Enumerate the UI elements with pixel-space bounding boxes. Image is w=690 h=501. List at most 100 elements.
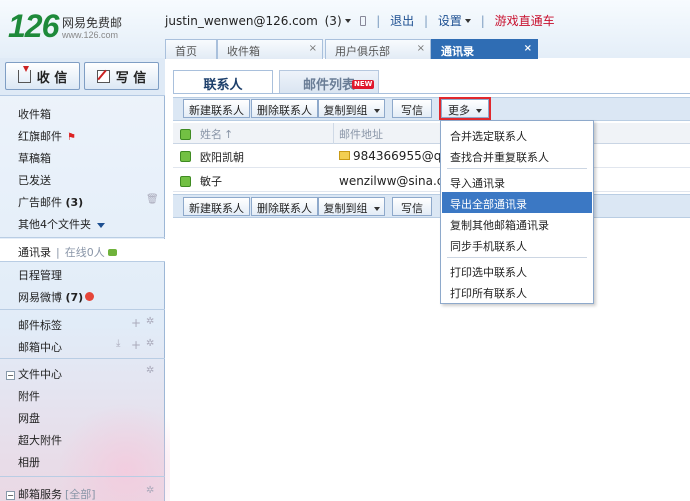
content-tab-line	[173, 93, 690, 94]
tab-contacts[interactable]: 通讯录 ×	[431, 39, 538, 59]
copy-to-group-button[interactable]: 复制到组	[318, 99, 385, 118]
sidebar-item-label: 红旗邮件	[18, 130, 62, 143]
contact-name[interactable]: 欧阳凯朝	[200, 149, 244, 165]
row-checkbox[interactable]	[180, 176, 191, 187]
copy-to-group-label: 复制到组	[323, 202, 368, 215]
settings-dropdown-icon[interactable]	[464, 18, 471, 23]
weibo-icon	[85, 292, 95, 301]
logo-number[interactable]: 126	[8, 10, 59, 42]
menu-item-merge-selected[interactable]: 合并选定联系人	[442, 124, 592, 145]
chevron-down-icon	[373, 109, 380, 113]
divider: |	[376, 13, 381, 28]
close-icon[interactable]: ×	[524, 43, 532, 54]
sidebar-item-label: 通讯录	[18, 246, 51, 259]
menu-item-import[interactable]: 导入通讯录	[442, 171, 592, 192]
sort-icon: ↑	[224, 128, 234, 141]
delete-contact-button[interactable]: 删除联系人	[251, 197, 318, 216]
sidebar-item-sent[interactable]: 已发送	[0, 167, 165, 189]
phone-icon[interactable]	[360, 15, 367, 26]
tab-label: 用户俱乐部	[335, 45, 390, 58]
add-icon[interactable]: +	[131, 338, 141, 352]
sidebar-item-drafts[interactable]: 草稿箱	[0, 145, 165, 167]
close-icon[interactable]: ×	[417, 43, 425, 54]
sidebar-item-inbox[interactable]: 收件箱	[0, 101, 165, 123]
sidebar-item-label: 已发送	[18, 174, 51, 187]
gear-icon[interactable]: ✲	[146, 338, 154, 349]
copy-to-group-label: 复制到组	[323, 104, 368, 117]
more-dropdown-menu: 合并选定联系人 查找合并重复联系人 导入通讯录 导出全部通讯录 复制其他邮箱通讯…	[440, 120, 594, 304]
add-icon[interactable]: +	[131, 316, 141, 330]
sidebar-divider	[0, 309, 165, 310]
column-header-name[interactable]: 姓名 ↑	[200, 126, 233, 142]
collapse-icon[interactable]: −	[6, 371, 15, 380]
copy-to-group-button[interactable]: 复制到组	[318, 197, 385, 216]
sidebar-item-label: 日程管理	[18, 269, 62, 282]
tab-home[interactable]: 首页	[165, 39, 217, 59]
contact-email[interactable]: 984366955@qq	[353, 149, 449, 163]
sidebar-item-attachments[interactable]: 附件	[0, 383, 165, 405]
collapse-icon[interactable]: −	[6, 491, 15, 500]
user-dropdown-icon[interactable]	[344, 18, 351, 23]
receive-icon	[17, 65, 31, 83]
menu-item-export-all[interactable]: 导出全部通讯录	[442, 192, 592, 213]
game-link[interactable]: 游戏直通车	[495, 12, 555, 29]
gear-icon[interactable]: ✲	[146, 365, 154, 376]
new-contact-button[interactable]: 新建联系人	[183, 197, 250, 216]
sidebar-item-mailbox-center[interactable]: 邮箱中心 ⤓ + ✲	[0, 334, 165, 356]
sidebar-item-netdisk[interactable]: 网盘	[0, 405, 165, 427]
sidebar-item-flagged[interactable]: 红旗邮件 ⚑	[0, 123, 165, 145]
download-icon[interactable]: ⤓	[116, 338, 120, 349]
chevron-down-icon	[97, 223, 105, 228]
sidebar-divider	[0, 476, 165, 477]
gear-icon[interactable]: ✲	[146, 485, 154, 496]
menu-item-sync-phone[interactable]: 同步手机联系人	[442, 234, 592, 255]
delete-contact-button[interactable]: 删除联系人	[251, 99, 318, 118]
tab-inbox[interactable]: 收件箱 ×	[217, 39, 323, 59]
gear-icon[interactable]: ✲	[146, 316, 154, 327]
divider: |	[424, 13, 429, 28]
menu-item-find-duplicates[interactable]: 查找合并重复联系人	[442, 145, 592, 166]
sidebar-item-label: 邮箱中心	[18, 341, 62, 354]
tab-user-club[interactable]: 用户俱乐部 ×	[325, 39, 431, 59]
sidebar-item-album[interactable]: 相册	[0, 449, 165, 471]
more-button[interactable]: 更多	[439, 97, 491, 120]
sidebar-item-calendar[interactable]: 日程管理	[0, 262, 165, 284]
write-label: 写 信	[115, 70, 147, 86]
unread-count: (3)	[324, 13, 342, 28]
sidebar-item-label: 邮件标签	[18, 319, 62, 332]
new-badge: NEW	[352, 80, 375, 89]
write-icon	[96, 69, 110, 83]
menu-item-print-all[interactable]: 打印所有联系人	[442, 281, 592, 302]
settings-link[interactable]: 设置	[438, 12, 462, 29]
menu-divider	[447, 168, 587, 169]
sidebar-item-ads[interactable]: 广告邮件 (3) 🗑	[0, 189, 165, 211]
logout-link[interactable]: 退出	[390, 12, 414, 29]
write-mail-button[interactable]: 写 信	[84, 62, 159, 90]
select-all-checkbox[interactable]	[180, 129, 191, 140]
sidebar-item-mailbox-service[interactable]: − 邮箱服务 [全部] ✲	[0, 481, 165, 501]
user-account[interactable]: justin_wenwen@126.com	[165, 14, 318, 28]
menu-item-print-selected[interactable]: 打印选中联系人	[442, 260, 592, 281]
contact-name[interactable]: 敏子	[200, 173, 222, 189]
menu-item-copy-other[interactable]: 复制其他邮箱通讯录	[442, 213, 592, 234]
service-all-link[interactable]: [全部]	[65, 488, 96, 501]
sidebar-item-other-folders[interactable]: 其他4个文件夹	[0, 211, 165, 233]
new-contact-button[interactable]: 新建联系人	[183, 99, 250, 118]
sidebar-item-file-center[interactable]: − 文件中心 ✲	[0, 361, 165, 383]
write-button[interactable]: 写信	[392, 99, 432, 118]
write-button[interactable]: 写信	[392, 197, 432, 216]
online-count[interactable]: 在线0人	[65, 246, 105, 259]
weibo-count: (7)	[65, 291, 84, 304]
sidebar-item-contacts[interactable]: 通讯录 | 在线0人	[0, 239, 165, 261]
receive-mail-button[interactable]: 收 信	[5, 62, 80, 90]
sidebar-item-weibo[interactable]: 网易微博 (7)	[0, 284, 165, 306]
receive-label: 收 信	[36, 70, 68, 86]
sidebar-item-large-attachments[interactable]: 超大附件	[0, 427, 165, 449]
tab-contact-list[interactable]: 联系人	[173, 70, 273, 94]
trash-icon[interactable]: 🗑	[146, 194, 159, 205]
close-icon[interactable]: ×	[309, 43, 317, 54]
row-checkbox[interactable]	[180, 151, 191, 162]
tab-label: 首页	[175, 45, 197, 58]
column-header-email[interactable]: 邮件地址	[339, 126, 383, 142]
sidebar-item-mail-tags[interactable]: 邮件标签 + ✲	[0, 312, 165, 334]
